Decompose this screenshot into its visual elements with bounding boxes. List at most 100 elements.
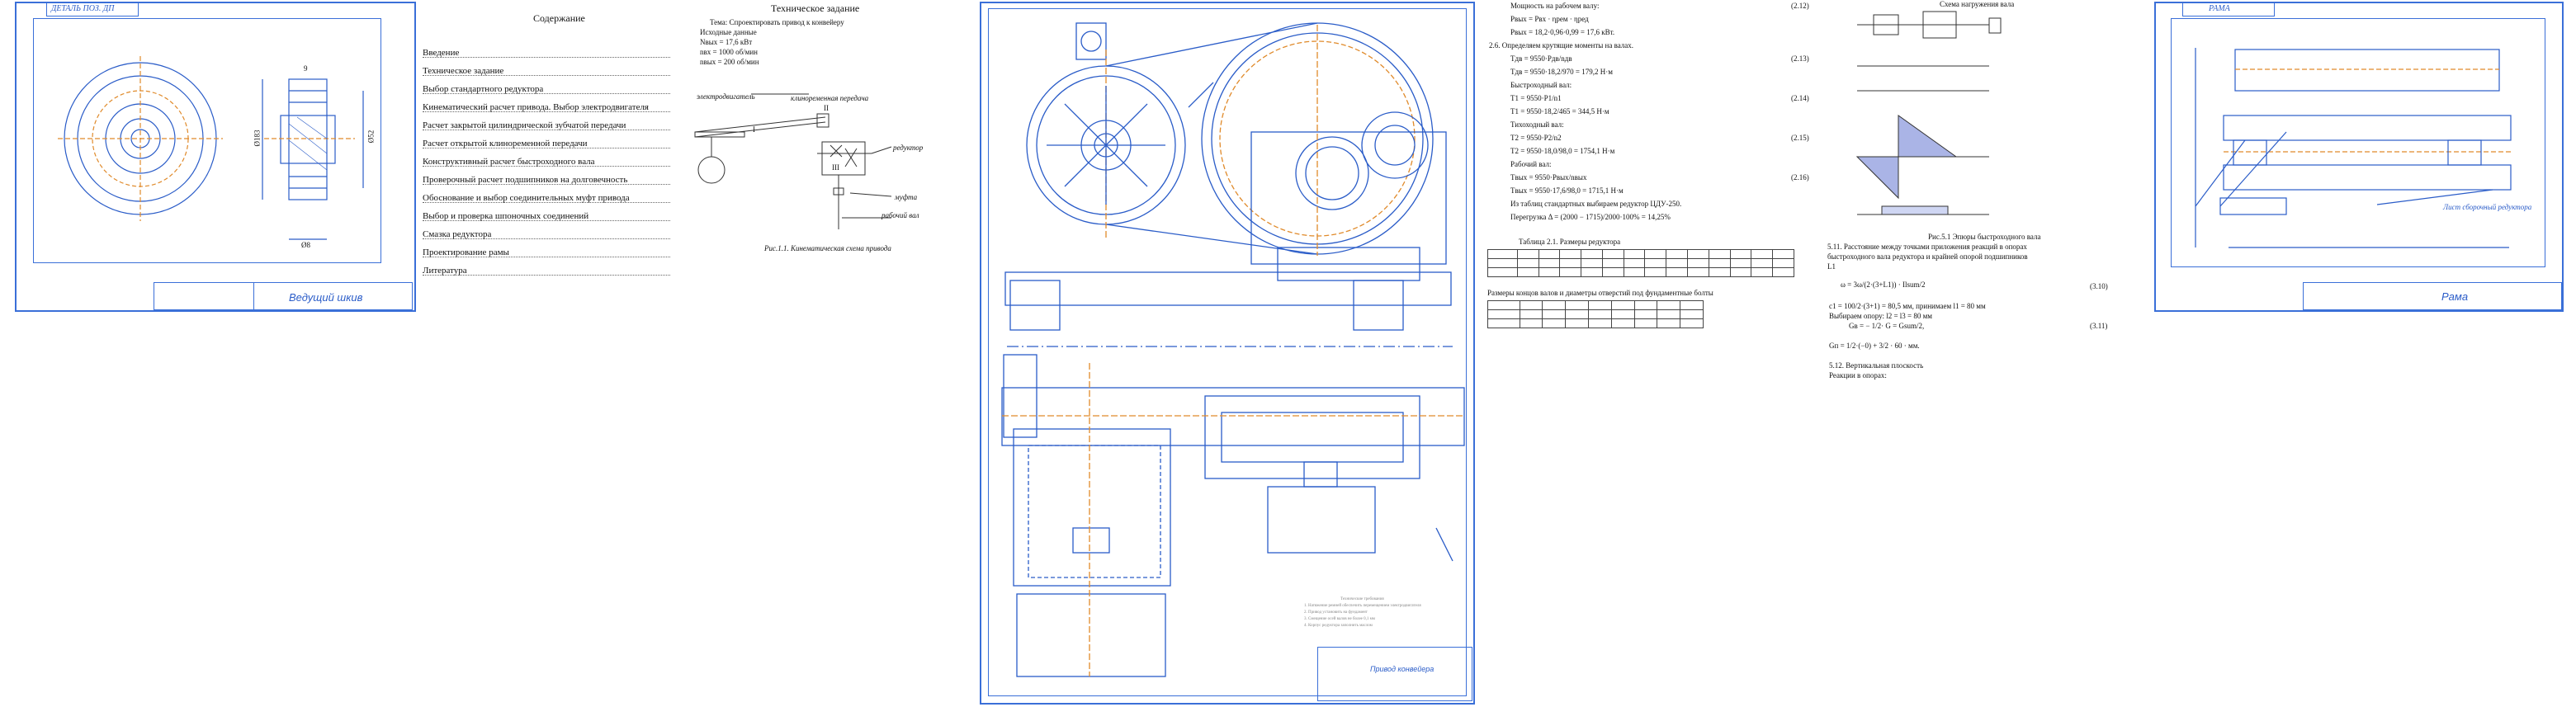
calc-line: T1 = 9550·18,2/465 = 344,5 Н·м: [1510, 107, 1609, 115]
dimension-width-top: 9: [304, 64, 308, 73]
shaft-caption: Рис.5.1 Эпюры быстроходного вала: [1928, 233, 2041, 241]
calc-line: Tдв = 9550·Pдв/nдв: [1510, 54, 1572, 63]
assembly-notes: Технические требования 1. Натяжение ремн…: [1304, 594, 1444, 643]
contents-item: Техническое задание: [423, 66, 503, 76]
calc-section: Мощность на рабочем валу: (2.12) Pвых = Pв…: [1486, 0, 1816, 396]
label-coupling: муфта: [895, 193, 918, 201]
label-motor: электродвигатель: [697, 92, 755, 101]
shaft-line-8: Gп = 1/2·(−0) + 3/2 · 60 · мм.: [1829, 342, 1920, 350]
contents-item: Расчет открытой клиноременной передачи: [423, 139, 588, 148]
mark-3: III: [832, 163, 839, 172]
contents-item-label: Кинематический расчет привода. Выбор эле…: [423, 102, 649, 112]
calc-line: Tдв = 9550·18,2/970 = 179,2 Н·м: [1510, 68, 1613, 76]
shaft-line-9: 5.12. Вертикальная плоскость: [1829, 361, 1924, 370]
contents-item-label: Литература: [423, 266, 467, 276]
contents-list: Введение Техническое задание Выбор стандар…: [423, 48, 678, 312]
calc-line: Pвых = Pвх · ηрем · ηред: [1510, 15, 1589, 23]
calc-equation-number: (2.12): [1791, 2, 1809, 10]
table-caption-2: Размеры концов валов и диаметры отверсти…: [1487, 289, 1713, 297]
contents-item-label: Проверочный расчет подшипников на долгов…: [423, 175, 628, 185]
calc-line: T2 = 9550·18,0/98,0 = 1754,1 Н·м: [1510, 147, 1615, 155]
shaft-line-2: быстроходного вала редуктора и крайней о…: [1827, 252, 2028, 261]
contents-item-label: Выбор стандартного редуктора: [423, 84, 544, 94]
contents-item: Проектирование рамы: [423, 247, 509, 257]
task-section: Техническое задание Тема: Спроектировать…: [693, 2, 966, 257]
calc-equation-number: (2.15): [1791, 134, 1809, 142]
shaft-line-6: Выбираем опору: l2 = l3 = 80 мм: [1829, 312, 1933, 320]
calc-line: Pвых = 18,2·0,96·0,99 = 17,6 кВт.: [1510, 28, 1615, 36]
assembly-inner-frame: [988, 8, 1467, 696]
frame-note: Лист сборочный редуктора: [2443, 203, 2532, 211]
sheet-corner-label: ДЕТАЛЬ ПОЗ. ДП: [51, 4, 115, 13]
mark-1: I: [753, 125, 755, 134]
dimension-diameter: Ø183: [253, 130, 262, 147]
contents-item: Выбор и проверка шпоночных соединений: [423, 211, 588, 221]
calc-line: Тихоходный вал:: [1510, 120, 1564, 129]
contents-item: Введение: [423, 48, 459, 58]
calc-line: T1 = 9550·P1/n1: [1510, 94, 1562, 102]
label-work-shaft: рабочий вал: [882, 211, 919, 219]
shaft-eq-2: (3.11): [2090, 322, 2108, 330]
shaft-line-1: 5.11. Расстояние между точками приложени…: [1827, 243, 2027, 251]
calc-line: Tвых = 9550·17,6/98,0 = 1715,1 Н·м: [1510, 186, 1624, 195]
calc-line: Tвых = 9550·Pвых/nвых: [1510, 173, 1587, 181]
calc-line: 2.6. Определяем крутящие моменты на вала…: [1489, 41, 1634, 49]
contents-item-label: Введение: [423, 48, 460, 58]
shaft-ends-table: [1487, 300, 1704, 328]
shaft-eq-1: (3.10): [2090, 282, 2108, 290]
frame-title-block: [2303, 282, 2562, 310]
contents-item-label: Смазка редуктора: [423, 229, 492, 239]
calc-line: Из таблиц стандартных выбираем редуктор …: [1510, 200, 1682, 208]
kinematic-scheme: [694, 93, 892, 229]
shaft-line-3: L1: [1827, 262, 1836, 271]
shaft-line-10: Реакции в опорах:: [1829, 371, 1887, 379]
contents-item-label: Выбор и проверка шпоночных соединений: [423, 211, 589, 221]
reducer-dimensions-table: [1487, 249, 1794, 277]
frame-inner-frame: [2171, 18, 2545, 267]
contents-item: Кинематический расчет привода. Выбор эле…: [423, 102, 649, 112]
contents-item-label: Расчет открытой клиноременной передачи: [423, 139, 588, 148]
calc-line: Рабочий вал:: [1510, 160, 1552, 168]
mark-2: II: [824, 104, 829, 112]
scheme-caption: Рис.1.1. Кинематическая схема привода: [764, 244, 891, 252]
contents-title: Содержание: [533, 12, 585, 24]
frame-corner-label: РАМА: [2209, 4, 2230, 13]
shaft-line-4: ω = 3ω/(2·(3+L1)) · Ilsum/2: [1841, 280, 1926, 289]
contents-item: Литература: [423, 266, 467, 276]
inner-frame: [33, 18, 381, 263]
shaft-section: Схема нагружения вала Рис.5.1 Эпюры быст…: [1824, 0, 2138, 396]
calc-line: T2 = 9550·P2/n2: [1510, 134, 1562, 142]
shaft-diagram: [1855, 11, 2002, 215]
shaft-line-7: Gв = − 1/2· G = Gsum/2,: [1849, 322, 1925, 330]
contents-item-label: Техническое задание: [423, 66, 504, 76]
calc-line: Быстроходный вал:: [1510, 81, 1572, 89]
contents-item-label: Обоснование и выбор соединительных муфт …: [423, 193, 630, 203]
calc-line: Мощность на рабочем валу:: [1510, 2, 1600, 10]
assembly-note-4: 4. Корпус редуктора заполнить маслом: [1304, 624, 1373, 628]
calc-equation-number: (2.13): [1791, 54, 1809, 63]
frame-title-block-name: Рама: [2441, 290, 2469, 303]
contents-item: Проверочный расчет подшипников на долгов…: [423, 175, 627, 185]
contents-item-label: Проектирование рамы: [423, 247, 509, 257]
contents-item: Смазка редуктора: [423, 229, 491, 239]
label-reducer: редуктор: [893, 144, 924, 152]
assembly-title-block-name: Привод конвейера: [1370, 665, 1435, 673]
contents-item-label: Конструктивный расчет быстроходного вала: [423, 157, 595, 167]
contents-item: Конструктивный расчет быстроходного вала: [423, 157, 595, 167]
contents-item: Выбор стандартного редуктора: [423, 84, 543, 94]
assembly-title-block: [1317, 647, 1472, 701]
calc-equation-number: (2.16): [1791, 173, 1809, 181]
contents-item: Обоснование и выбор соединительных муфт …: [423, 193, 630, 203]
title-block-name: Ведущий шкив: [289, 291, 363, 304]
contents-section: Содержание Введение Техническое задание Вы…: [423, 8, 678, 305]
contents-item-leader: [423, 57, 670, 58]
calc-line: Перегрузка Δ = (2000 − 1715)/2000·100% =…: [1510, 213, 1671, 221]
shaft-line-5: c1 = 100/2·(3+1) = 80,5 мм, принимаем l1…: [1829, 302, 1986, 310]
calc-lines: Мощность на рабочем валу: (2.12) Pвых = Pв…: [1486, 0, 1816, 239]
title-block-grid: [154, 282, 254, 310]
table-caption: Таблица 2.1. Размеры редуктора: [1519, 238, 1621, 246]
contents-item: Расчет закрытой цилиндрической зубчатой …: [423, 120, 626, 130]
calc-equation-number: (2.14): [1791, 94, 1809, 102]
dimension-hub: Ø52: [366, 130, 376, 144]
dimension-width-bottom: Ø8: [301, 241, 310, 249]
